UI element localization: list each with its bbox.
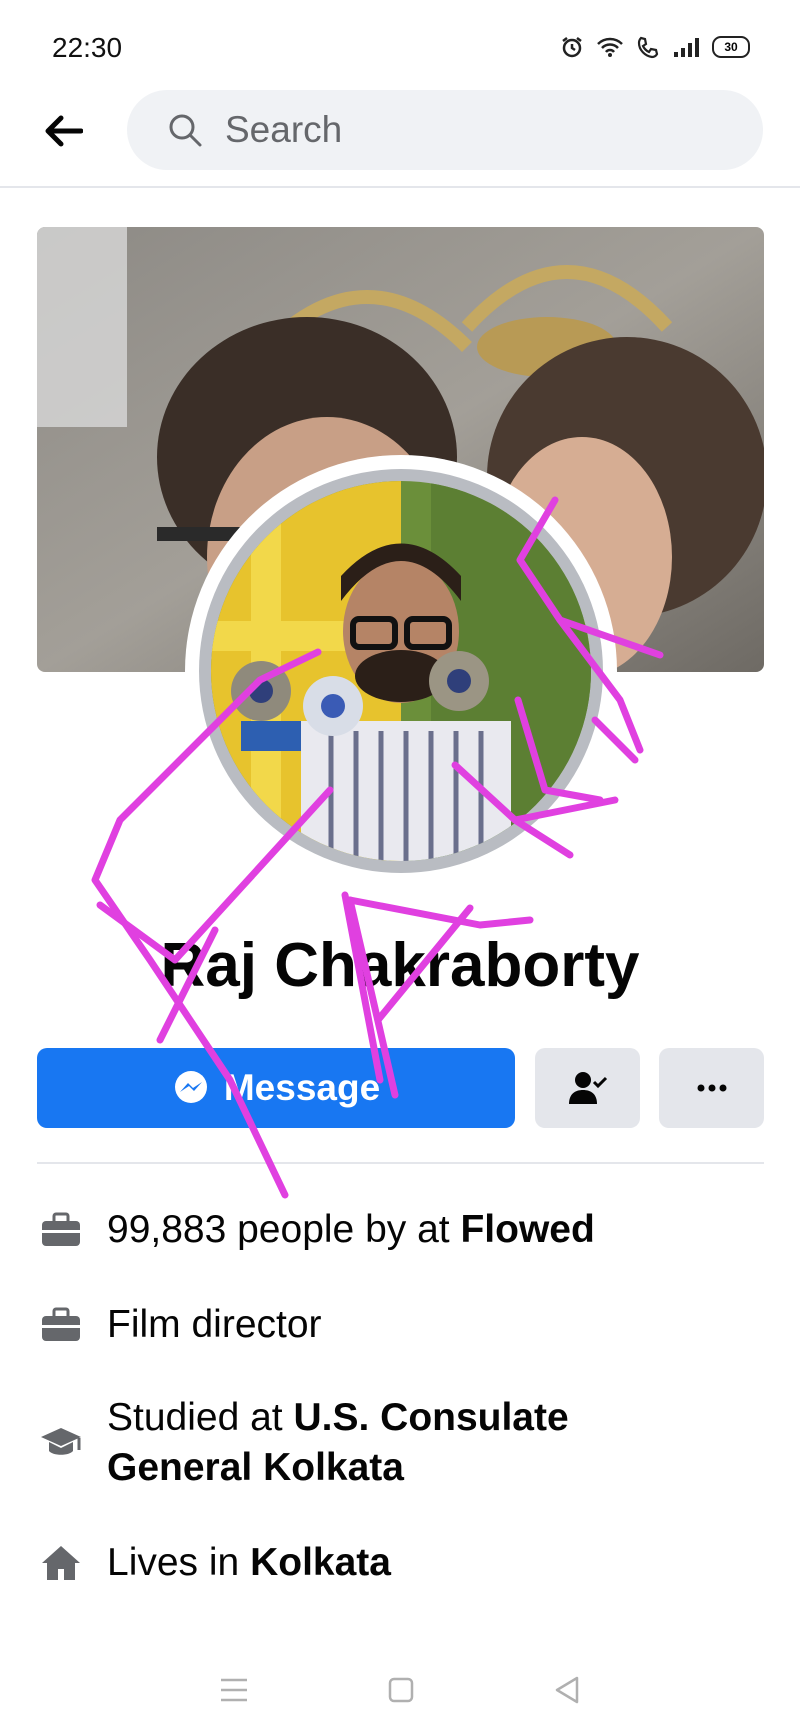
call-icon xyxy=(637,36,659,59)
search-input[interactable]: Search xyxy=(127,90,763,170)
info-text: Film director xyxy=(107,1303,322,1346)
more-icon xyxy=(697,1084,726,1092)
friends-button[interactable] xyxy=(535,1048,640,1128)
search-icon xyxy=(169,114,202,147)
menu-icon[interactable] xyxy=(219,1677,249,1703)
alarm-icon xyxy=(562,37,582,58)
system-navbar xyxy=(0,1660,800,1720)
info-row-work: Film director xyxy=(37,1300,777,1350)
profile-name: Raj Chakraborty xyxy=(160,931,640,1000)
back-nav-icon[interactable] xyxy=(553,1675,581,1705)
section-divider xyxy=(37,1162,764,1164)
home-icon xyxy=(37,1539,85,1587)
more-options-button[interactable] xyxy=(659,1048,764,1128)
info-row-location: Lives in Kolkata xyxy=(37,1538,777,1588)
home-button-icon[interactable] xyxy=(387,1676,415,1704)
info-text: 99,883 people by at Flowed xyxy=(107,1208,595,1251)
info-text: Studied at U.S. Consulate General Kolkat… xyxy=(107,1396,569,1489)
wifi-icon xyxy=(597,37,623,57)
friend-check-icon xyxy=(568,1072,607,1104)
status-icons: 30 xyxy=(560,34,750,60)
arrow-left-icon xyxy=(45,115,83,147)
status-time: 22:30 xyxy=(52,32,123,63)
briefcase-icon xyxy=(37,1301,85,1349)
signal-icon xyxy=(674,38,699,57)
search-placeholder: Search xyxy=(225,109,343,150)
message-button[interactable]: Message xyxy=(37,1048,515,1128)
profile-picture[interactable] xyxy=(211,481,591,861)
header-divider xyxy=(0,186,800,188)
info-row-education: Studied at U.S. Consulate General Kolkat… xyxy=(37,1393,777,1493)
briefcase-icon xyxy=(37,1206,85,1254)
message-button-label: Message xyxy=(223,1067,381,1108)
info-row-followers: 99,883 people by at Flowed xyxy=(37,1205,777,1255)
graduation-cap-icon xyxy=(37,1419,85,1467)
messenger-icon xyxy=(174,1071,207,1103)
back-button[interactable] xyxy=(40,108,86,154)
info-text: Lives in Kolkata xyxy=(107,1541,391,1584)
battery-icon: 30 xyxy=(712,36,750,58)
